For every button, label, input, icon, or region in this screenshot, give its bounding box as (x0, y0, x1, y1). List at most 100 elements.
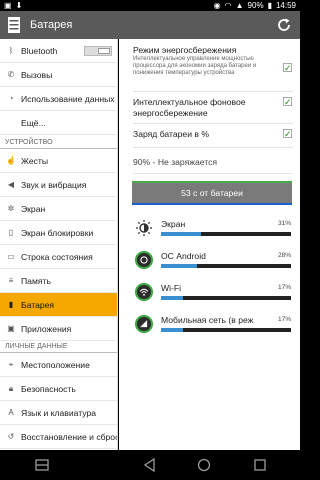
home-icon[interactable] (196, 457, 212, 473)
sidebar-item-language[interactable]: A Язык и клавиатура (0, 401, 117, 425)
usage-bar-fill (161, 264, 198, 268)
data-usage-icon: ◔ (8, 94, 14, 103)
sidebar-item-label: Вызовы (21, 69, 53, 80)
back-icon[interactable] (142, 457, 158, 473)
location-icon: ⌖ (8, 359, 14, 369)
sidebar-item-calls[interactable]: ✆ Вызовы (0, 63, 117, 87)
battery-percent-title: Заряд батареи в % (133, 129, 209, 139)
settings-app-icon[interactable] (6, 16, 22, 34)
usage-label: Экран (161, 219, 186, 229)
sidebar-item-label: Местоположение (21, 359, 90, 370)
sidebar-item-label: Bluetooth (21, 45, 58, 56)
usage-row-screen[interactable]: Экран 31% (133, 219, 293, 243)
sound-icon: ◀ (7, 180, 15, 189)
sidebar-item-label: Строка состояния (21, 251, 93, 262)
divider (133, 123, 293, 124)
sidebar-item-label: Использование данных (21, 93, 115, 104)
sidebar-item-lock-screen[interactable]: ▯ Экран блокировки (0, 221, 117, 245)
status-bar-icon: ▭ (7, 252, 15, 261)
wifi-status-icon: ◠ (224, 1, 232, 10)
battery-percent-checkbox[interactable]: ✓ (283, 129, 292, 139)
navigation-bar (0, 450, 300, 480)
sidebar-item-sound[interactable]: ◀ Звук и вибрация (0, 173, 117, 197)
sidebar-item-more[interactable]: Ещё... (0, 111, 117, 135)
usage-bar-fill (161, 232, 202, 236)
sidebar-item-status-bar[interactable]: ▭ Строка состояния (0, 245, 117, 269)
section-header-device: УСТРОЙСТВО (0, 137, 117, 149)
sidebar-item-label: Батарея (21, 299, 55, 310)
mobile-network-icon (135, 315, 153, 333)
battery-icon: ▮ (8, 300, 14, 309)
sidebar-item-battery[interactable]: ▮ Батарея (0, 293, 117, 317)
display-icon: ✲ (7, 204, 15, 213)
divider (133, 147, 293, 148)
smart-background-preference[interactable]: Интеллектуальное фоновое энергосбережени… (133, 97, 293, 119)
sidebar-item-bluetooth[interactable]: ᛒ Bluetooth (0, 39, 117, 63)
usage-bar (161, 328, 291, 332)
usage-row-mobile-network[interactable]: Мобильная сеть (в реж 17% (133, 315, 293, 339)
sidebar-item-label: Язык и клавиатура (21, 407, 97, 418)
power-saving-checkbox[interactable]: ✓ (283, 63, 292, 73)
sidebar-item-label: Ещё... (21, 117, 46, 128)
sidebar-item-label: Приложения (21, 323, 72, 334)
recent-apps-icon[interactable] (252, 457, 268, 473)
sidebar-item-label: Звук и вибрация (21, 179, 87, 190)
battery-time-text: 53 с от батареи (181, 188, 243, 198)
bluetooth-icon: ᛒ (8, 46, 14, 55)
usage-bar (161, 264, 291, 268)
menu-icon[interactable] (34, 457, 50, 473)
sidebar-item-location[interactable]: ⌖ Местоположение (0, 353, 117, 377)
usage-label: Мобильная сеть (в реж (161, 315, 254, 325)
wifi-icon (135, 283, 153, 301)
usage-bar-fill (161, 328, 184, 332)
sidebar-item-reset[interactable]: ↺ Восстановление и сброс (0, 425, 118, 449)
bluetooth-toggle[interactable] (84, 46, 112, 56)
battery-settings-panel: Режим энергосбережения Интеллектуальное … (119, 39, 300, 450)
sidebar-item-data-usage[interactable]: ◔ Использование данных (0, 87, 117, 111)
usage-percent: 17% (277, 284, 291, 291)
refresh-icon[interactable] (276, 17, 292, 33)
memory-icon: ≡ (8, 276, 14, 285)
apps-icon: ▣ (7, 324, 15, 333)
toggle-knob (98, 48, 110, 54)
status-bar: ▣ ⬇ ◉ ◠ ▲ 90% ▮ 14:59 (0, 0, 300, 11)
usage-percent: 31% (277, 220, 291, 227)
sidebar-item-label: Восстановление и сброс (21, 431, 118, 442)
sidebar-item-display[interactable]: ✲ Экран (0, 197, 117, 221)
smart-background-checkbox[interactable]: ✓ (283, 97, 292, 107)
security-icon: 🔒︎ (8, 383, 14, 393)
usage-bar (161, 296, 291, 300)
sidebar-item-security[interactable]: 🔒︎ Безопасность (0, 377, 117, 401)
android-os-icon (135, 251, 153, 269)
clock: 14:59 (275, 1, 296, 10)
usage-row-wifi[interactable]: Wi-Fi 17% (133, 283, 293, 307)
power-saving-title: Режим энергосбережения (133, 45, 237, 55)
usage-percent: 17% (277, 316, 291, 323)
battery-history-graph[interactable]: 53 с от батареи (132, 181, 292, 205)
battery-percent-text: 90% (247, 1, 264, 10)
download-notification-icon: ⬇ (15, 1, 23, 10)
section-header-personal: ЛИЧНЫЕ ДАННЫЕ (0, 341, 117, 353)
power-saving-preference[interactable]: Режим энергосбережения Интеллектуальное … (133, 45, 293, 77)
battery-status-icon: ▮ (267, 1, 272, 10)
battery-status-text: 90% - Не заряжается (133, 157, 218, 167)
sidebar-item-label: Память (21, 275, 51, 286)
sidebar-item-gestures[interactable]: ☝ Жесты (0, 149, 117, 173)
sidebar-item-apps[interactable]: ▣ Приложения (0, 317, 117, 341)
divider (133, 173, 293, 174)
signal-status-icon: ▲ (235, 1, 244, 10)
screenshot-notification-icon: ▣ (4, 1, 12, 10)
usage-label: ОС Android (161, 251, 206, 261)
usage-bar (161, 232, 291, 236)
sidebar-item-label: Экран (21, 203, 46, 214)
sidebar-item-label: Экран блокировки (21, 227, 94, 238)
location-status-icon: ◉ (213, 1, 221, 10)
settings-sidebar: ᛒ Bluetooth ✆ Вызовы ◔ Использование дан… (0, 39, 118, 450)
action-bar: Батарея (0, 11, 300, 39)
usage-row-android-os[interactable]: ОС Android 28% (133, 251, 293, 275)
battery-percent-preference[interactable]: Заряд батареи в % (133, 129, 293, 139)
sidebar-item-memory[interactable]: ≡ Память (0, 269, 117, 293)
gesture-icon: ☝ (6, 156, 16, 165)
smart-background-title: Интеллектуальное фоновое энергосбережени… (133, 97, 246, 118)
language-icon: A (8, 408, 14, 417)
